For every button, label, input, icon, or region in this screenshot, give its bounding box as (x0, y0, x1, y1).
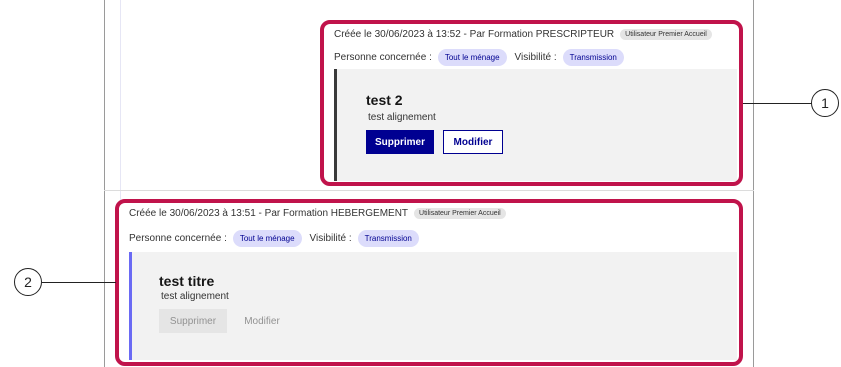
callout-line-1 (743, 103, 813, 104)
callout-marker-1: 1 (811, 89, 839, 117)
highlight-box-2 (115, 199, 743, 366)
highlight-box-1 (320, 20, 743, 186)
section-separator (104, 190, 754, 191)
callout-line-2 (42, 282, 116, 283)
column-divider (120, 0, 121, 205)
callout-marker-2: 2 (14, 268, 42, 296)
